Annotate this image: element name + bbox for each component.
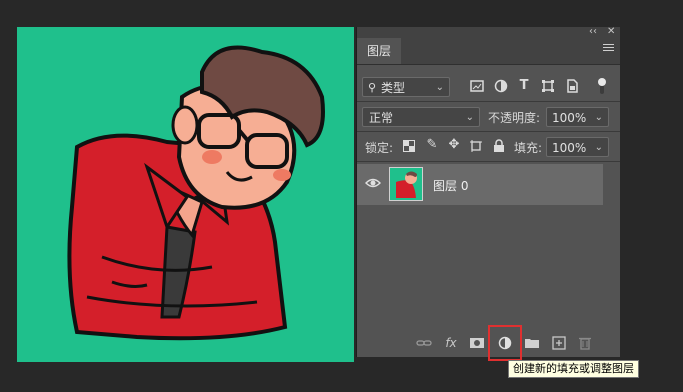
tooltip: 创建新的填充或调整图层	[508, 360, 639, 378]
search-icon: ⚲	[368, 81, 377, 94]
panel-title-bar: ‹‹ ✕	[357, 25, 620, 39]
illustration-image	[67, 45, 325, 341]
lock-all-icon[interactable]	[493, 139, 505, 153]
opacity-label: 不透明度:	[488, 111, 541, 125]
lock-pixels-icon[interactable]: ✎	[425, 137, 439, 153]
trash-icon[interactable]	[577, 335, 593, 351]
lock-artboard-icon[interactable]	[470, 140, 482, 152]
lock-label: 锁定:	[365, 141, 394, 155]
blend-mode-select[interactable]: 正常 ⌄	[362, 107, 480, 127]
eye-icon[interactable]	[365, 177, 381, 191]
collapse-panel-icon[interactable]: ‹‹	[589, 25, 597, 39]
fill-input[interactable]: 100% ⌄	[546, 137, 609, 157]
layer-name: 图层 0	[433, 179, 469, 193]
link-icon[interactable]	[416, 335, 432, 351]
new-layer-icon[interactable]	[551, 335, 567, 351]
fx-icon[interactable]: fx	[443, 335, 459, 351]
lock-transparent-icon[interactable]	[403, 140, 415, 152]
shape-filter-icon[interactable]	[541, 79, 555, 93]
filter-type-label: 类型	[381, 81, 406, 95]
highlight-box	[488, 325, 522, 361]
chevron-down-icon: ⌄	[594, 112, 603, 123]
chevron-down-icon: ⌄	[594, 142, 603, 153]
filter-type-select[interactable]: ⚲ 类型 ⌄	[362, 77, 450, 97]
layer-thumbnail	[389, 167, 423, 201]
layers-panel: ‹‹ ✕ 图层 ⚲ 类型 ⌄ T 正常 ⌄ 不透明度: 100% ⌄ 锁定: ✎…	[356, 25, 620, 357]
opacity-value: 100%	[552, 111, 587, 125]
opacity-input[interactable]: 100% ⌄	[546, 107, 609, 127]
tab-layers[interactable]: 图层	[357, 38, 401, 64]
layer-row[interactable]: 图层 0	[357, 164, 603, 205]
close-panel-icon[interactable]: ✕	[607, 25, 615, 39]
chevron-down-icon: ⌄	[465, 112, 474, 123]
filter-toggle-switch[interactable]	[597, 76, 607, 96]
panel-tab-bar: 图层	[357, 38, 620, 65]
chevron-down-icon: ⌄	[435, 82, 444, 93]
adjustment-filter-icon[interactable]	[494, 79, 508, 93]
document-canvas[interactable]	[17, 27, 354, 362]
fill-value: 100%	[552, 141, 587, 155]
fill-label: 填充:	[514, 141, 543, 155]
image-filter-icon[interactable]	[470, 79, 484, 93]
text-filter-icon[interactable]: T	[517, 78, 531, 93]
panel-menu-icon[interactable]	[603, 44, 614, 53]
mask-icon[interactable]	[469, 335, 485, 351]
group-folder-icon[interactable]	[524, 335, 540, 351]
lock-position-icon[interactable]: ✥	[447, 137, 461, 153]
blend-mode-value: 正常	[369, 111, 394, 125]
smart-object-filter-icon[interactable]	[565, 79, 579, 93]
